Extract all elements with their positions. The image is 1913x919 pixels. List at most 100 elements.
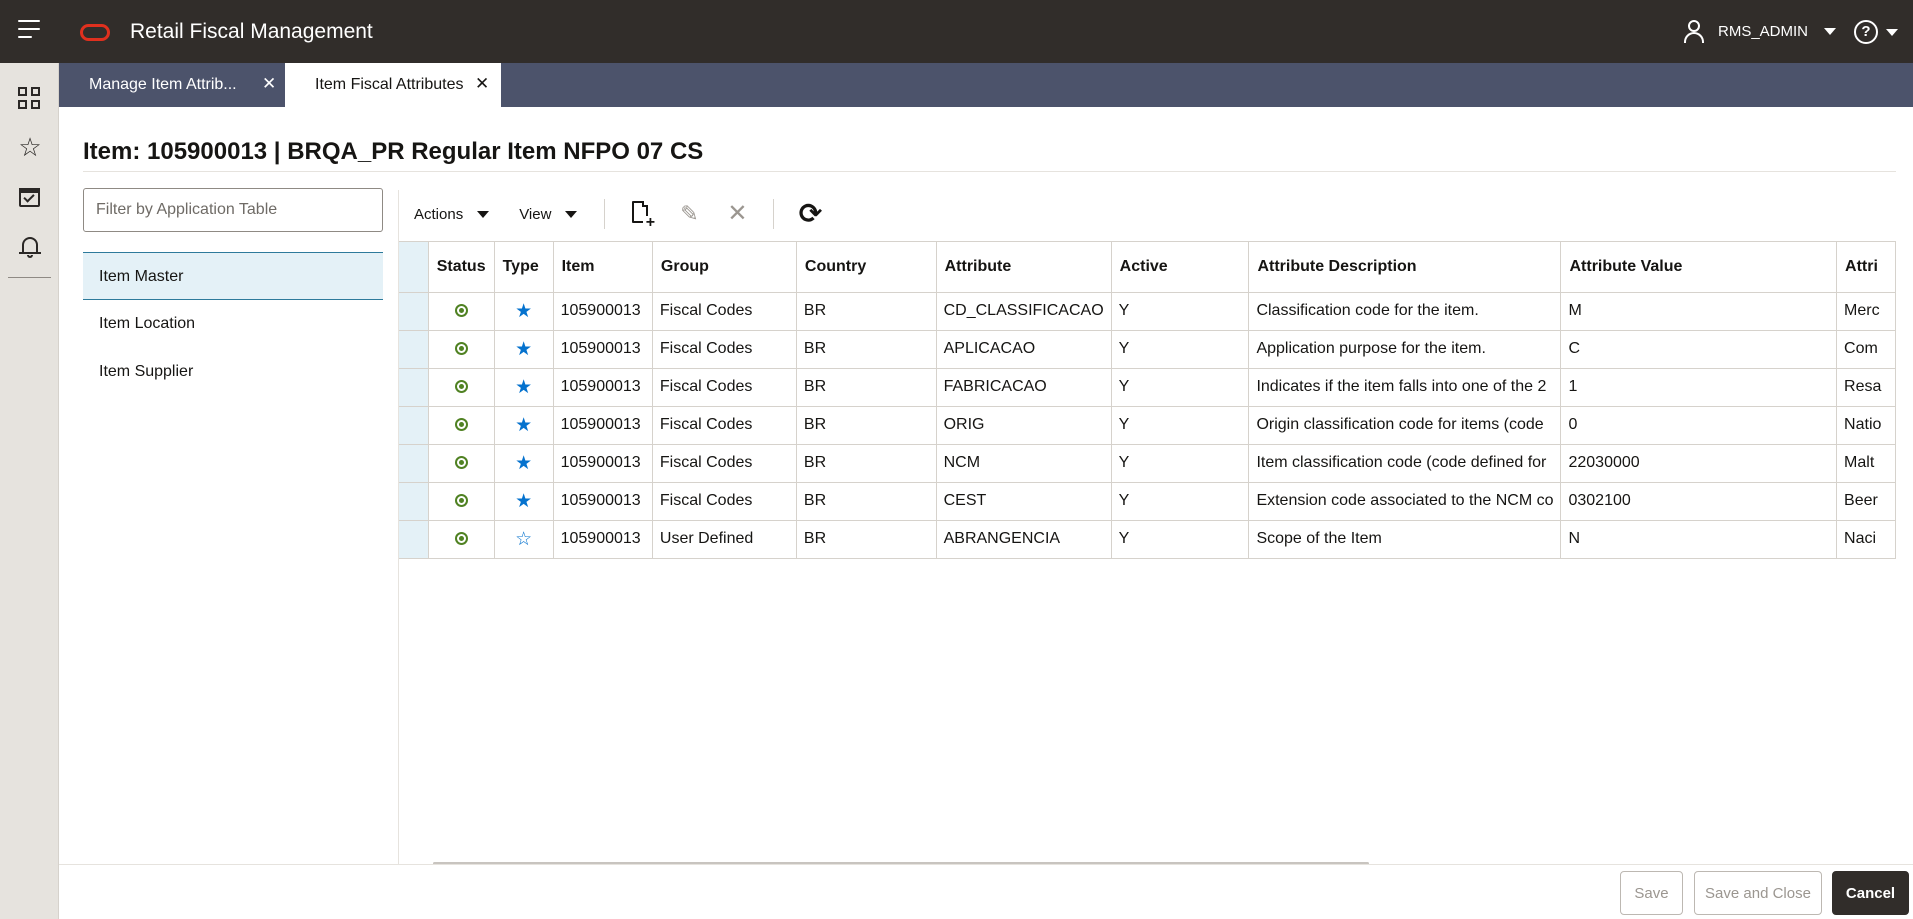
column-header-attribute-truncated[interactable]: Attri	[1836, 242, 1896, 293]
active-cell: Y	[1111, 368, 1250, 407]
attribute-cell: CEST	[936, 482, 1112, 521]
save-button[interactable]: Save	[1620, 871, 1683, 915]
attribute-value-cell: 1	[1560, 368, 1838, 407]
column-header-attribute[interactable]: Attribute	[936, 242, 1112, 293]
country-cell: BR	[796, 444, 937, 483]
attribute-description-cell: Classification code for the item.	[1248, 292, 1562, 331]
app-title: Retail Fiscal Management	[130, 20, 373, 43]
hamburger-menu-icon[interactable]	[18, 20, 42, 42]
table-row[interactable]: ★ 105900013 Fiscal Codes BR ORIG Y Origin clas…	[399, 406, 1896, 445]
list-item-item-location[interactable]: Item Location	[83, 300, 383, 348]
actions-label: Actions	[414, 205, 464, 223]
list-item-item-supplier[interactable]: Item Supplier	[83, 348, 383, 396]
group-cell: Fiscal Codes	[652, 482, 797, 521]
table-row[interactable]: ★ 105900013 Fiscal Codes BR FABRICACAO Y Indic…	[399, 368, 1896, 407]
table-row[interactable]: ☆ 105900013 User Defined BR ABRANGENCIA Y Scop…	[399, 520, 1896, 559]
country-cell: BR	[796, 330, 937, 369]
status-active-icon	[454, 532, 468, 546]
star-outline-icon: ☆	[515, 528, 533, 550]
attributes-grid: Status Type Item Group Country Attribute…	[399, 242, 1896, 559]
row-selector[interactable]	[399, 444, 429, 483]
group-cell: User Defined	[652, 520, 797, 559]
save-and-close-button[interactable]: Save and Close	[1694, 871, 1822, 915]
chevron-down-icon	[1886, 28, 1898, 36]
close-icon[interactable]: ✕	[262, 74, 276, 94]
status-active-icon	[454, 380, 468, 394]
row-selector[interactable]	[399, 482, 429, 521]
list-item-item-master[interactable]: Item Master	[83, 252, 383, 300]
help-menu[interactable]: ?	[1854, 20, 1898, 44]
column-header-attribute-value[interactable]: Attribute Value	[1560, 242, 1838, 293]
column-header-active[interactable]: Active	[1111, 242, 1250, 293]
notifications-bell-icon[interactable]	[18, 235, 42, 259]
user-menu[interactable]: RMS_ADMIN	[1682, 18, 1837, 44]
add-new-document-icon[interactable]: +	[623, 196, 659, 232]
column-header-type[interactable]: Type	[494, 242, 554, 293]
tasks-calendar-icon[interactable]	[18, 185, 42, 209]
edit-pencil-icon[interactable]: ✎	[671, 196, 707, 232]
column-header-country[interactable]: Country	[796, 242, 937, 293]
column-header-attribute-description[interactable]: Attribute Description	[1248, 242, 1562, 293]
left-nav-rail: ☆	[0, 63, 59, 919]
chevron-down-icon	[1824, 27, 1837, 35]
status-active-icon	[454, 456, 468, 470]
row-selector[interactable]	[399, 406, 429, 445]
cancel-button[interactable]: Cancel	[1832, 871, 1909, 915]
filter-application-table-input[interactable]	[83, 188, 383, 232]
close-icon[interactable]: ✕	[475, 74, 489, 94]
view-menu-button[interactable]: View	[504, 196, 592, 232]
help-icon: ?	[1854, 20, 1878, 44]
footer-divider	[59, 864, 1913, 865]
status-cell	[428, 444, 495, 483]
tab-label: Item Fiscal Attributes	[315, 76, 464, 93]
star-filled-icon: ★	[515, 338, 533, 360]
status-cell	[428, 406, 495, 445]
star-filled-icon: ★	[515, 490, 533, 512]
actions-menu-button[interactable]: Actions	[399, 196, 504, 232]
status-cell	[428, 368, 495, 407]
attribute-description-cell: Scope of the Item	[1248, 520, 1562, 559]
item-cell: 105900013	[553, 444, 653, 483]
status-cell	[428, 482, 495, 521]
row-selector[interactable]	[399, 330, 429, 369]
status-active-icon	[454, 304, 468, 318]
item-cell: 105900013	[553, 292, 653, 331]
title-divider	[83, 171, 1896, 172]
column-header-item[interactable]: Item	[553, 242, 653, 293]
refresh-icon[interactable]: ⟳	[792, 196, 828, 232]
active-cell: Y	[1111, 482, 1250, 521]
type-cell: ★	[494, 368, 554, 407]
row-selector-header[interactable]	[399, 242, 429, 293]
user-name: RMS_ADMIN	[1718, 22, 1809, 40]
attribute-truncated-cell: Com	[1836, 330, 1896, 369]
favorites-star-icon[interactable]: ☆	[18, 134, 42, 160]
attribute-value-cell: 22030000	[1560, 444, 1838, 483]
type-cell: ★	[494, 406, 554, 445]
table-row[interactable]: ★ 105900013 Fiscal Codes BR CD_CLASSIFICACAO…	[399, 292, 1896, 331]
item-cell: 105900013	[553, 406, 653, 445]
attribute-truncated-cell: Beer	[1836, 482, 1896, 521]
attribute-description-cell: Origin classification code for items (co…	[1248, 406, 1562, 445]
group-cell: Fiscal Codes	[652, 330, 797, 369]
tab-item-fiscal-attributes[interactable]: Item Fiscal Attributes ✕	[285, 63, 501, 107]
delete-x-icon[interactable]: ✕	[719, 196, 755, 232]
column-header-group[interactable]: Group	[652, 242, 797, 293]
table-row[interactable]: ★ 105900013 Fiscal Codes BR CEST Y Extension c…	[399, 482, 1896, 521]
row-selector[interactable]	[399, 520, 429, 559]
star-filled-icon: ★	[515, 300, 533, 322]
table-row[interactable]: ★ 105900013 Fiscal Codes BR NCM Y Item classif…	[399, 444, 1896, 483]
tab-manage-item-attributes[interactable]: Manage Item Attrib... ✕	[59, 63, 285, 107]
row-selector[interactable]	[399, 368, 429, 407]
type-cell: ☆	[494, 520, 554, 559]
table-toolbar: Actions View + ✎ ✕ ⟳	[399, 192, 1896, 236]
column-header-status[interactable]: Status	[428, 242, 495, 293]
attribute-cell: FABRICACAO	[936, 368, 1112, 407]
row-selector[interactable]	[399, 292, 429, 331]
attribute-truncated-cell: Merc	[1836, 292, 1896, 331]
country-cell: BR	[796, 368, 937, 407]
table-row[interactable]: ★ 105900013 Fiscal Codes BR APLICACAO Y Applic…	[399, 330, 1896, 369]
attribute-description-cell: Extension code associated to the NCM co	[1248, 482, 1562, 521]
dashboard-grid-icon[interactable]	[18, 87, 42, 111]
country-cell: BR	[796, 482, 937, 521]
attribute-value-cell: 0302100	[1560, 482, 1838, 521]
